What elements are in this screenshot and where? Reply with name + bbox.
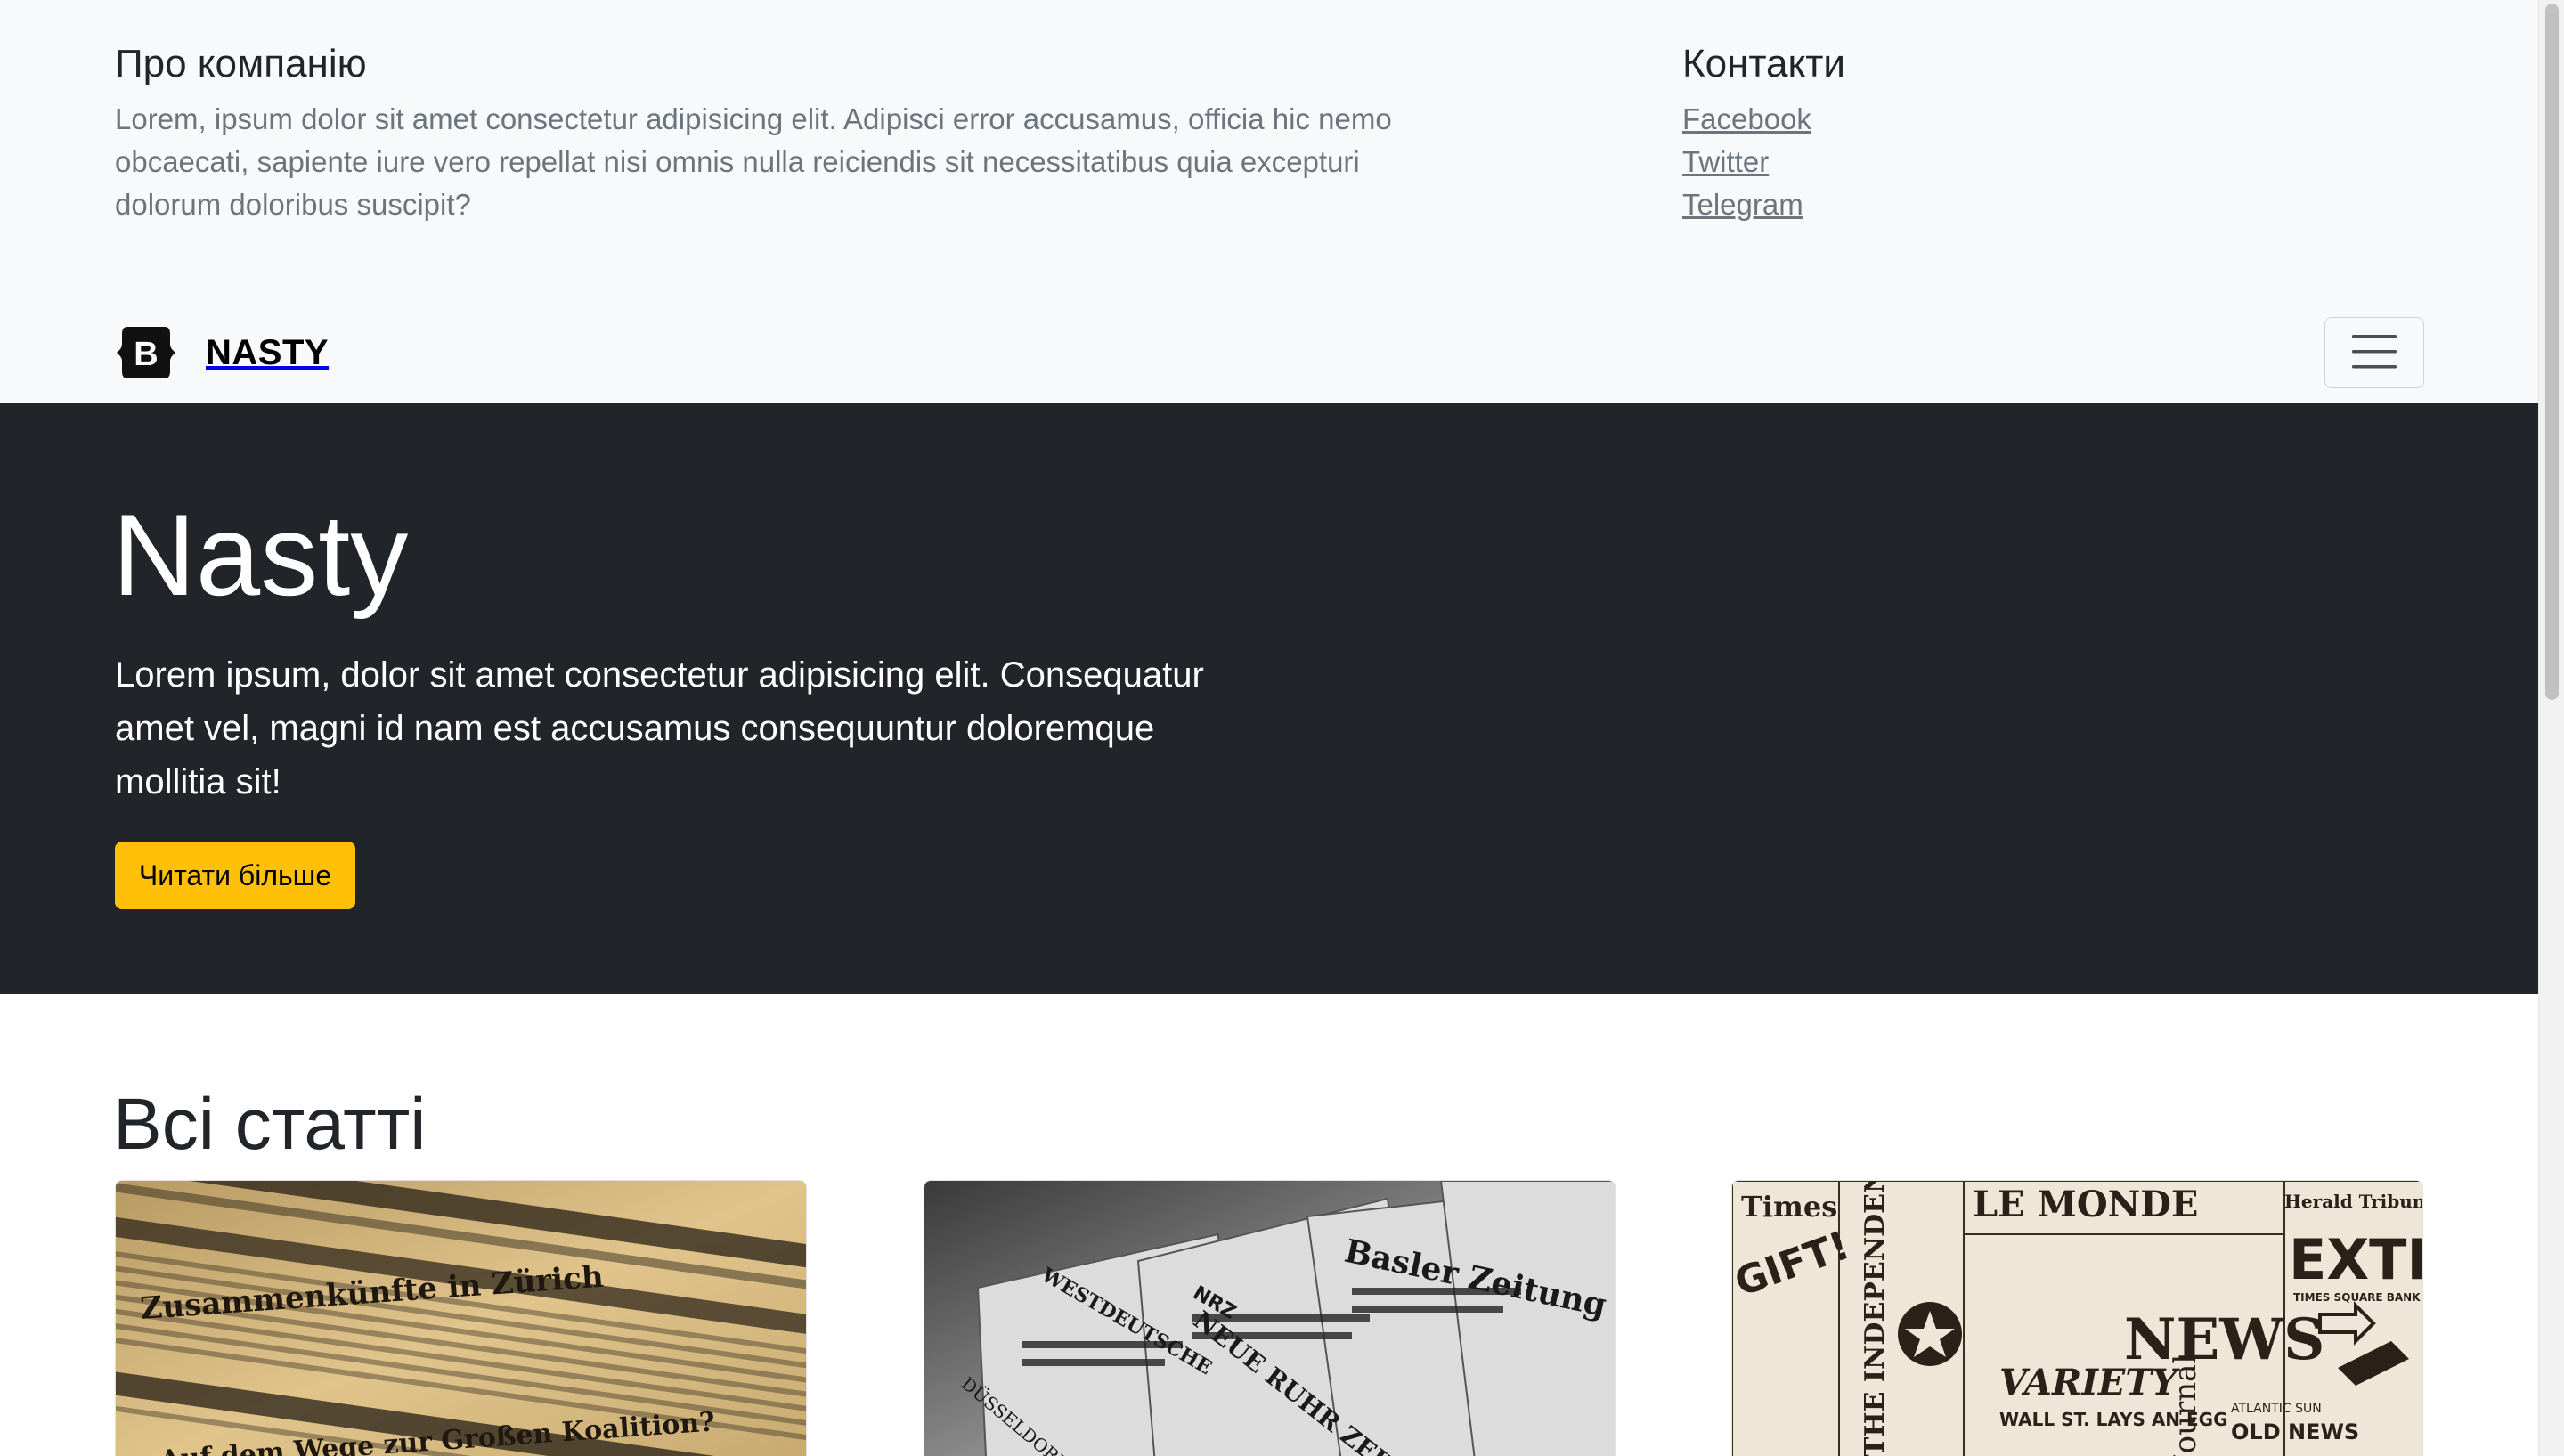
navbar-brand[interactable]: B NASTY	[115, 327, 329, 378]
page: Про компанію Lorem, ipsum dolor sit amet…	[0, 0, 2564, 1456]
list-item: Telegram	[1682, 183, 2217, 226]
hero-section: Nasty Lorem ipsum, dolor sit amet consec…	[0, 403, 2538, 994]
contacts-list: Facebook Twitter Telegram	[1682, 98, 2217, 226]
contacts-section: Контакти Facebook Twitter Telegram	[1682, 39, 2217, 226]
contacts-title: Контакти	[1682, 42, 1846, 85]
svg-text:Times: Times	[1741, 1190, 1837, 1224]
svg-text:ATLANTIC SUN: ATLANTIC SUN	[2231, 1402, 2322, 1416]
navbar-collapse-info: Про компанію Lorem, ipsum dolor sit amet…	[0, 0, 2538, 403]
article-image-newspaper-gothic: Auf dem Wege zur Großen Koalition? Zusam…	[116, 1181, 806, 1456]
svg-text:LE MONDE: LE MONDE	[1973, 1184, 2198, 1225]
about-section: Про компанію Lorem, ipsum dolor sit amet…	[115, 39, 1415, 226]
articles-title: Всі статті	[113, 1084, 427, 1165]
read-more-button[interactable]: Читати більше	[115, 842, 355, 909]
hero-text: Lorem ipsum, dolor sit amet consectetur …	[115, 655, 1204, 801]
page-scrollbar[interactable]	[2538, 0, 2564, 1456]
about-text: Lorem, ipsum dolor sit amet consectetur …	[115, 102, 1392, 221]
list-item: Facebook	[1682, 98, 2217, 141]
navbar-toggler-button[interactable]	[2324, 317, 2424, 388]
list-item: Twitter	[1682, 141, 2217, 183]
svg-text:TIMES SQUARE BANK HEIST: TIMES SQUARE BANK HEIST	[2293, 1291, 2423, 1304]
article-image-newspaper-collage: Times LE MONDE Herald Tribune EXTRA TIME…	[1732, 1181, 2423, 1456]
svg-text:Journal: Journal	[2168, 1354, 2203, 1456]
article-card[interactable]: Auf dem Wege zur Großen Koalition? Zusam…	[115, 1180, 807, 1456]
twitter-link[interactable]: Twitter	[1682, 145, 1769, 178]
svg-text:B: B	[134, 336, 158, 373]
svg-text:OLD NEWS: OLD NEWS	[2231, 1419, 2359, 1444]
about-title: Про компанію	[115, 42, 367, 85]
svg-text:Herald Tribune: Herald Tribune	[2284, 1191, 2423, 1212]
scrollbar-thumb[interactable]	[2545, 4, 2559, 700]
article-card[interactable]: Times LE MONDE Herald Tribune EXTRA TIME…	[1731, 1180, 2423, 1456]
telegram-link[interactable]: Telegram	[1682, 188, 1803, 221]
svg-text:VARIETY: VARIETY	[1999, 1362, 2180, 1403]
article-image-newspaper-rack: Basler Zeitung NEUE RUHR ZEITUNG WESTDEU…	[924, 1181, 1615, 1456]
svg-text:THE INDEPENDENT: THE INDEPENDENT	[1860, 1181, 1891, 1456]
facebook-link[interactable]: Facebook	[1682, 102, 1811, 135]
hero-title: Nasty	[112, 490, 409, 620]
brand-name: NASTY	[206, 332, 330, 372]
hamburger-menu-icon	[2350, 333, 2398, 373]
svg-text:EXTRA: EXTRA	[2289, 1227, 2423, 1292]
article-card[interactable]: Basler Zeitung NEUE RUHR ZEITUNG WESTDEU…	[924, 1180, 1616, 1456]
bootstrap-logo-icon: B	[115, 327, 177, 378]
